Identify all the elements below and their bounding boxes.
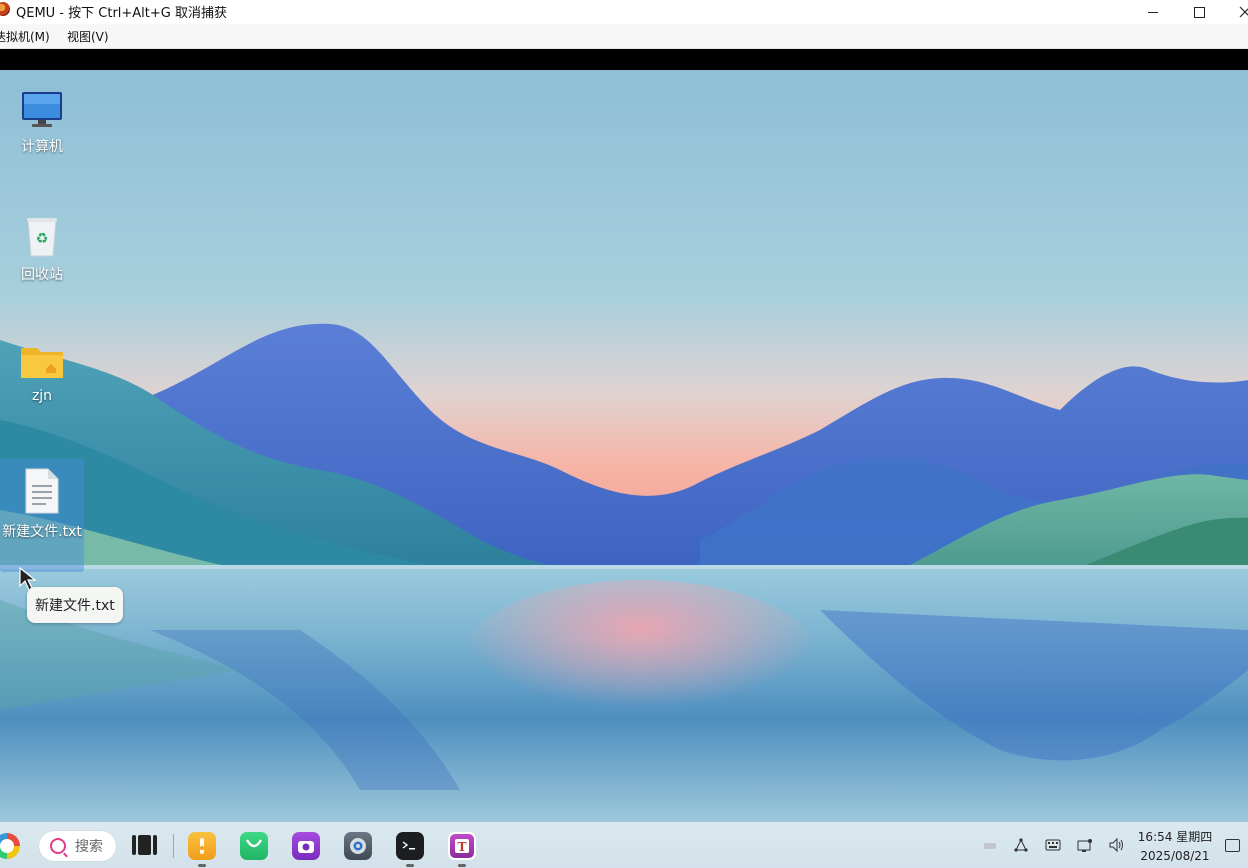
text-file-icon xyxy=(25,468,59,514)
multitask-view-button[interactable] xyxy=(132,835,158,855)
window-title: QEMU - 按下 Ctrl+Alt+G 取消捕获 xyxy=(16,6,227,21)
wallpaper-landscape xyxy=(0,323,1248,822)
storage-tray-icon[interactable] xyxy=(983,840,997,850)
desktop-icon-label: 计算机 xyxy=(21,139,63,155)
desktop-icon-computer[interactable]: 计算机 xyxy=(0,90,84,156)
file-manager-button[interactable] xyxy=(188,832,216,860)
multitask-icon-right xyxy=(153,835,157,855)
menu-view[interactable]: 视图(V) xyxy=(67,28,109,45)
clock-date: 2025/08/21 xyxy=(1140,849,1210,863)
svg-text:♻: ♻ xyxy=(36,231,49,247)
desktop-icon-home-folder[interactable]: zjn xyxy=(0,342,84,404)
terminal-icon xyxy=(402,841,415,850)
desktop-icon-label: zjn xyxy=(31,388,53,404)
keyboard-tray-icon[interactable] xyxy=(1045,838,1061,852)
desktop-icon-recycle-bin[interactable]: ♻ 回收站 xyxy=(0,216,84,284)
desktop[interactable]: 计算机 ♻ 回收站 zjn 新建文件.txt 新建文件.txt xyxy=(0,70,1248,822)
maximize-button[interactable] xyxy=(1176,0,1222,24)
search-box[interactable]: 搜索 xyxy=(39,831,116,861)
close-icon xyxy=(1239,6,1248,18)
text-editor-icon: T xyxy=(455,839,469,854)
screenshot-button[interactable] xyxy=(292,832,320,860)
camera-icon xyxy=(298,841,314,853)
clock[interactable]: 16:54 星期四 2025/08/21 xyxy=(1137,828,1213,866)
gear-icon xyxy=(350,838,366,854)
title-bar: QEMU - 按下 Ctrl+Alt+G 取消捕获 xyxy=(0,0,1248,24)
menu-machine[interactable]: 迭拟机(M) xyxy=(0,28,50,45)
minimize-icon xyxy=(1148,11,1158,13)
terminal-button[interactable] xyxy=(396,832,424,860)
desktop-icon-label: 回收站 xyxy=(21,267,63,283)
text-editor-button[interactable]: T xyxy=(448,832,476,860)
running-indicator xyxy=(198,864,206,867)
multitask-icon-center xyxy=(138,835,151,855)
recycle-bin-icon: ♻ xyxy=(27,218,57,257)
menu-bar: 迭拟机(M) 视图(V) xyxy=(0,24,1248,49)
settings-button[interactable] xyxy=(344,832,372,860)
display-tray-icon[interactable] xyxy=(1077,838,1093,854)
svg-text:T: T xyxy=(458,840,467,854)
taskbar: 搜索 T 16:54 星期四 2025/08/21 xyxy=(0,822,1248,868)
desktop-icon-label: 新建文件.txt xyxy=(2,524,82,540)
maximize-icon xyxy=(1193,6,1205,18)
network-tray-icon[interactable] xyxy=(1013,837,1029,853)
minimize-button[interactable] xyxy=(1130,0,1176,24)
computer-icon xyxy=(22,92,62,127)
qemu-app-icon xyxy=(0,2,10,16)
launcher-button[interactable] xyxy=(0,833,20,859)
running-indicator xyxy=(406,864,414,867)
notification-center-icon[interactable] xyxy=(1225,839,1240,852)
desktop-icon-text-file[interactable]: 新建文件.txt xyxy=(0,459,84,572)
volume-tray-icon[interactable] xyxy=(1108,837,1126,853)
app-store-button[interactable] xyxy=(240,832,268,860)
app-store-icon xyxy=(245,839,263,848)
file-manager-icon xyxy=(200,838,204,854)
running-indicator xyxy=(458,864,466,867)
clock-time: 16:54 星期四 xyxy=(1137,830,1213,844)
tooltip: 新建文件.txt xyxy=(27,587,123,623)
display-top-border xyxy=(0,49,1248,70)
taskbar-separator xyxy=(173,834,174,858)
search-icon xyxy=(50,838,66,854)
home-folder-icon xyxy=(21,348,63,378)
close-button[interactable] xyxy=(1222,0,1248,24)
search-placeholder: 搜索 xyxy=(75,839,103,855)
multitask-icon xyxy=(132,835,136,855)
